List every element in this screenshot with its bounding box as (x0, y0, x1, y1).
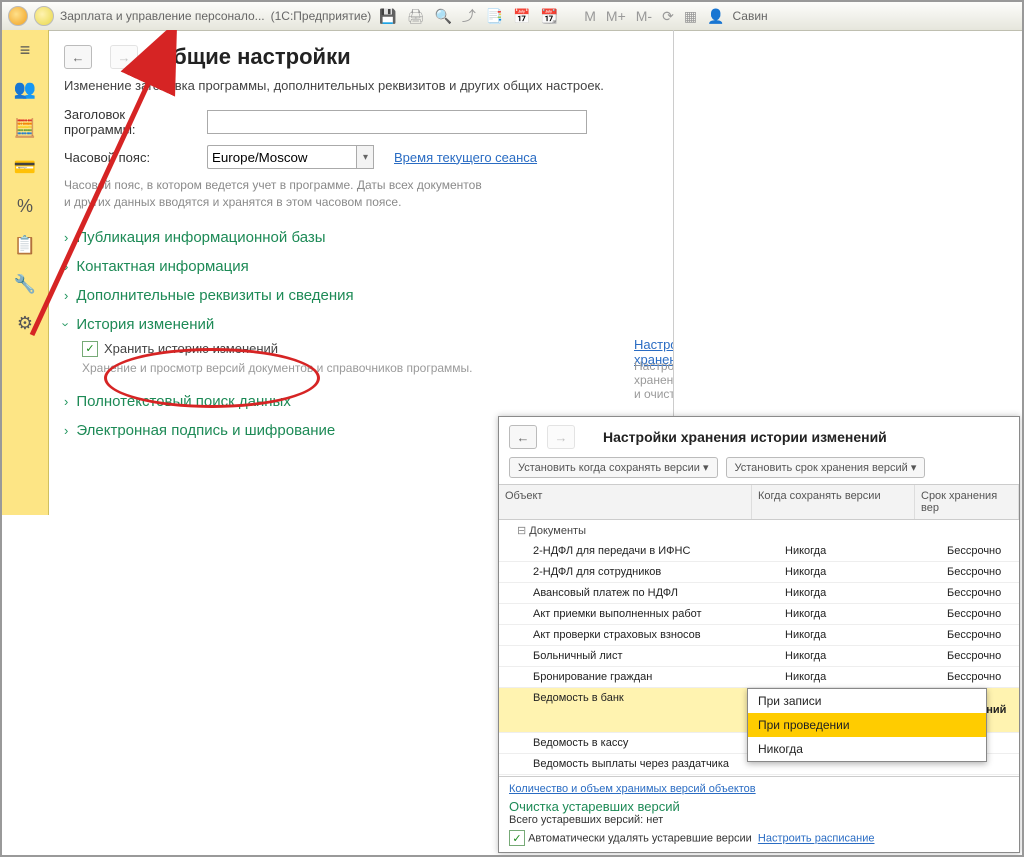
set-duration-button[interactable]: Установить срок хранения версий ▾ (726, 457, 926, 478)
app-title: Зарплата и управление персонало... (60, 9, 265, 23)
cleanup-header: Очистка устаревших версий (509, 799, 1009, 814)
table-row: Бронирование гражданНикогдаБессрочно (499, 667, 1019, 688)
col-when[interactable]: Когда сохранять версии (752, 485, 915, 519)
table-row: Акт приемки выполненных работНикогдаБесс… (499, 604, 1019, 625)
objects-grid[interactable]: Объект Когда сохранять версии Срок хране… (499, 484, 1019, 777)
section-contact[interactable]: Контактная информация (76, 258, 248, 275)
user-name: Савин (732, 9, 767, 23)
page-title: Общие настройки (156, 44, 351, 70)
session-time-link[interactable]: Время текущего сеанса (394, 150, 537, 165)
status-icon (34, 6, 54, 26)
section-signature[interactable]: Электронная подпись и шифрование (76, 422, 335, 439)
timezone-input[interactable] (207, 145, 356, 169)
auto-cleanup-checkbox[interactable]: ✓ (509, 830, 525, 846)
cleanup-count: Всего устаревших версий: нет (509, 814, 1009, 826)
section-history[interactable]: История изменений (76, 316, 214, 333)
stored-count-link[interactable]: Количество и объем хранимых версий объек… (509, 783, 756, 795)
app-suffix: (1С:Предприятие) (271, 9, 372, 23)
titlebar: Зарплата и управление персонало... (1С:П… (2, 2, 1022, 31)
section-fulltext[interactable]: Полнотекстовый поиск данных (76, 393, 290, 410)
dd-option-never[interactable]: Никогда (748, 737, 986, 761)
table-row: 2-НДФЛ для передачи в ИФНСНикогдаБессроч… (499, 541, 1019, 562)
sidebar: ≡ 👥 🧮 💳 % 📋 🔧 ⚙ (2, 30, 49, 515)
win2-title: Настройки хранения истории изменений (603, 429, 887, 445)
when-dropdown[interactable]: При записи При проведении Никогда (747, 688, 987, 762)
compare-icon[interactable]: 📑 (486, 8, 503, 25)
set-when-button[interactable]: Установить когда сохранять версии ▾ (509, 457, 718, 478)
table-row: Авансовый платеж по НДФЛНикогдаБессрочно (499, 583, 1019, 604)
preview-icon[interactable]: 🔍 (434, 8, 451, 25)
table-row: Больничный листНикогдаБессрочно (499, 646, 1019, 667)
back-button[interactable]: ← (64, 45, 92, 69)
timezone-dropdown-button[interactable]: ▾ (356, 145, 374, 169)
history-settings-window: ← → Настройки хранения истории изменений… (498, 416, 1020, 853)
win2-back-button[interactable]: ← (509, 425, 537, 449)
win2-forward-button[interactable]: → (547, 425, 575, 449)
timezone-hint: Часовой пояс, в котором ведется учет в п… (48, 173, 500, 223)
history-checkbox-label: Хранить историю изменений (104, 341, 278, 356)
menu-icon[interactable]: ≡ (20, 40, 31, 61)
dd-option-onwrite[interactable]: При записи (748, 689, 986, 713)
col-duration[interactable]: Срок хранения вер (915, 485, 1019, 519)
calculator-icon[interactable]: 🧮 (14, 118, 36, 139)
history-checkbox[interactable]: ✓ (82, 341, 98, 357)
history-hint: Хранение и просмотр версий документов и … (82, 361, 473, 375)
page-description: Изменение заголовка программы, дополните… (48, 76, 673, 103)
section-publication[interactable]: Публикация информационной базы (76, 229, 325, 246)
group-documents[interactable]: Документы (499, 520, 1019, 541)
m-button[interactable]: M (584, 8, 596, 24)
refresh-icon[interactable]: ⟳ (662, 8, 674, 25)
col-object[interactable]: Объект (499, 485, 752, 519)
logo-1c-icon (8, 6, 28, 26)
panel-icon[interactable]: ▦ (684, 8, 697, 25)
users-icon[interactable]: 👥 (14, 79, 36, 100)
m-minus-button[interactable]: M- (636, 8, 652, 24)
section-extra[interactable]: Дополнительные реквизиты и сведения (76, 287, 353, 304)
user-icon[interactable]: 👤 (707, 8, 724, 25)
schedule-link[interactable]: Настроить расписание (758, 833, 875, 845)
table-row: Акт проверки страховых взносовНикогдаБес… (499, 625, 1019, 646)
forward-button[interactable]: → (110, 45, 138, 69)
save-icon[interactable]: 💾 (379, 8, 396, 25)
card-icon[interactable]: 💳 (14, 157, 36, 178)
timezone-label: Часовой пояс: (64, 150, 199, 165)
export-icon[interactable]: ⤴ (462, 6, 476, 26)
storage-cleanup-text: Настройка хранения и очистка (634, 359, 674, 401)
m-plus-button[interactable]: M+ (606, 8, 626, 24)
print-icon[interactable]: 🖨 (407, 8, 425, 25)
gear-icon[interactable]: ⚙ (17, 313, 33, 334)
report-icon[interactable]: 📋 (14, 235, 36, 256)
caption-label: Заголовок программы: (64, 107, 199, 137)
dd-option-onpost[interactable]: При проведении (748, 713, 986, 737)
caption-input[interactable] (207, 110, 587, 134)
table-row: 2-НДФЛ для сотрудниковНикогдаБессрочно (499, 562, 1019, 583)
auto-cleanup-label: Автоматически удалять устаревшие версии (528, 833, 752, 845)
date-icon[interactable]: 📆 (541, 8, 558, 25)
calendar-icon[interactable]: 📅 (513, 8, 530, 25)
percent-icon[interactable]: % (17, 196, 33, 217)
wrench-icon[interactable]: 🔧 (14, 274, 36, 295)
